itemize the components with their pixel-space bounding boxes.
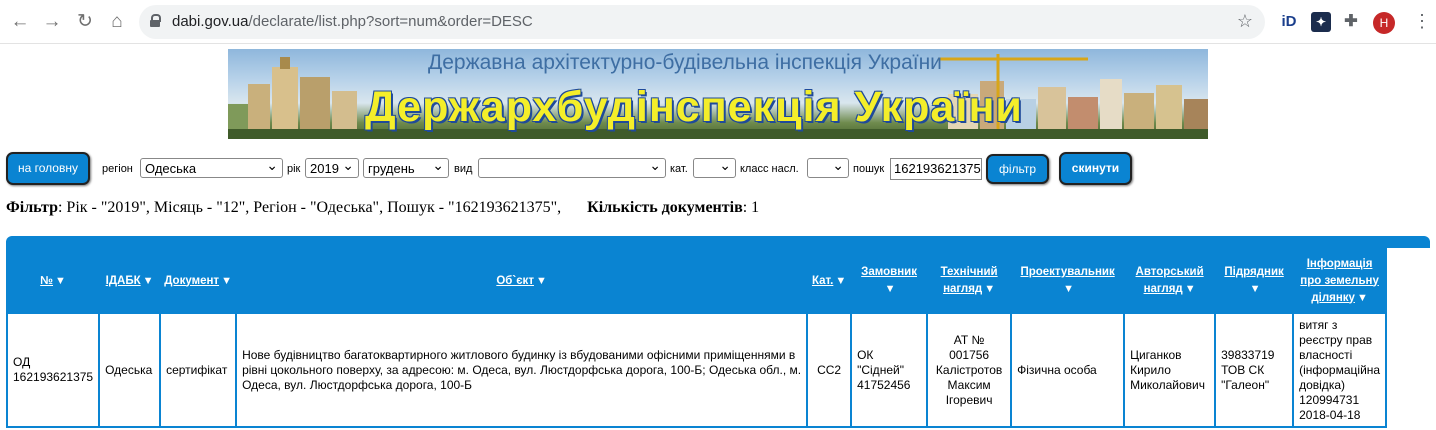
- cell-contractor: 39833719 ТОВ СК "Галеон": [1216, 314, 1293, 426]
- extensions-puzzle-icon[interactable]: ✚: [1341, 12, 1361, 32]
- count-label: Кількість документів: [587, 199, 743, 216]
- bookmark-star-icon[interactable]: ☆: [1237, 11, 1253, 32]
- region-select[interactable]: Одеська: [140, 158, 283, 178]
- cell-object: Нове будівництво багатоквартирного житло…: [237, 314, 807, 426]
- col-header-category[interactable]: Кат. ▼: [808, 250, 851, 312]
- browser-menu-icon[interactable]: ⋮: [1413, 10, 1431, 32]
- filter-label: Фільтр: [6, 199, 58, 216]
- category-label: кат.: [670, 163, 688, 175]
- home-button[interactable]: на головну: [6, 152, 90, 185]
- documents-table-box: № ▼ ІДАБК ▼ Документ ▼ Об`єкт ▼ Кат. ▼ Замовн…: [6, 236, 1430, 430]
- col-header-idabk[interactable]: ІДАБК ▼: [100, 250, 160, 312]
- address-bar[interactable]: dabi.gov.ua/declarate/list.php?sort=num&…: [139, 5, 1265, 39]
- col-header-customer[interactable]: Замовник▼: [852, 250, 927, 312]
- browser-toolbar: ← → ↻ ⌂ dabi.gov.ua/declarate/list.php?s…: [0, 0, 1436, 44]
- table-row: ОД 162193621375 Одеська сертифікат Нове …: [8, 314, 1386, 426]
- col-header-num[interactable]: № ▼: [8, 250, 99, 312]
- site-banner: Державна архітектурно-будівельна інспекц…: [228, 49, 1208, 139]
- home-icon[interactable]: ⌂: [106, 11, 128, 33]
- class-select[interactable]: [807, 158, 849, 178]
- col-header-object[interactable]: Об`єкт ▼: [237, 250, 807, 312]
- filter-controls: на головну регіон Одеська рік 2019 груде…: [0, 150, 1436, 188]
- cell-category: СС2: [808, 314, 851, 426]
- class-label: класс насл.: [740, 163, 799, 175]
- cell-customer: ОК "Сідней" 41752456: [852, 314, 927, 426]
- reset-button[interactable]: скинути: [1059, 152, 1132, 185]
- cell-land-info: витяг з реєстру прав власності (інформац…: [1294, 314, 1386, 426]
- month-select[interactable]: грудень: [363, 158, 449, 178]
- banner-title: Держархбудінспекція України: [365, 83, 1023, 131]
- cell-document: сертифікат: [161, 314, 236, 426]
- col-header-document[interactable]: Документ ▼: [161, 250, 236, 312]
- col-header-contractor[interactable]: Підрядник▼: [1216, 250, 1293, 312]
- lock-icon[interactable]: [150, 14, 161, 27]
- cell-author-supervision: Циганков Кирило Миколайович: [1125, 314, 1215, 426]
- search-label: пошук: [853, 163, 885, 175]
- filter-text: : Рік - "2019", Місяць - "12", Регіон - …: [57, 199, 562, 216]
- extension-shield-icon[interactable]: ✦: [1311, 12, 1331, 32]
- extension-id-icon[interactable]: iD: [1279, 12, 1299, 32]
- cell-tech-supervision: АТ № 001756 Калістротов Максим Ігоревич: [928, 314, 1011, 426]
- col-header-tech-supervision[interactable]: Технічний нагляд ▼: [928, 250, 1011, 312]
- year-select[interactable]: 2019: [305, 158, 359, 178]
- col-header-designer[interactable]: Проектувальник▼: [1012, 250, 1124, 312]
- search-input[interactable]: 162193621375: [890, 158, 982, 180]
- count-value: : 1: [742, 199, 760, 216]
- cell-num: ОД 162193621375: [8, 314, 99, 426]
- category-select[interactable]: [693, 158, 736, 178]
- filter-button[interactable]: фільтр: [986, 154, 1049, 184]
- table-header-row: № ▼ ІДАБК ▼ Документ ▼ Об`єкт ▼ Кат. ▼ Замовн…: [8, 250, 1386, 312]
- type-label: вид: [454, 163, 473, 175]
- profile-avatar[interactable]: H: [1373, 12, 1395, 34]
- col-header-land-info[interactable]: Інформація про земельну ділянку ▼: [1294, 250, 1386, 312]
- filter-summary: Фільтр: Рік - "2019", Місяць - "12", Рег…: [6, 199, 759, 217]
- year-label: рік: [287, 163, 301, 175]
- region-label: регіон: [102, 163, 133, 175]
- type-select[interactable]: [478, 158, 666, 178]
- documents-table: № ▼ ІДАБК ▼ Документ ▼ Об`єкт ▼ Кат. ▼ Замовн…: [6, 248, 1388, 428]
- back-icon[interactable]: ←: [9, 11, 31, 33]
- col-header-author-supervision[interactable]: Авторський нагляд ▼: [1125, 250, 1215, 312]
- cell-idabk: Одеська: [100, 314, 160, 426]
- forward-icon[interactable]: →: [41, 11, 63, 33]
- reload-icon[interactable]: ↻: [74, 11, 96, 33]
- banner-subtitle: Державна архітектурно-будівельна інспекц…: [428, 51, 942, 74]
- url-text[interactable]: dabi.gov.ua/declarate/list.php?sort=num&…: [172, 13, 533, 30]
- cell-designer: Фізична особа: [1012, 314, 1124, 426]
